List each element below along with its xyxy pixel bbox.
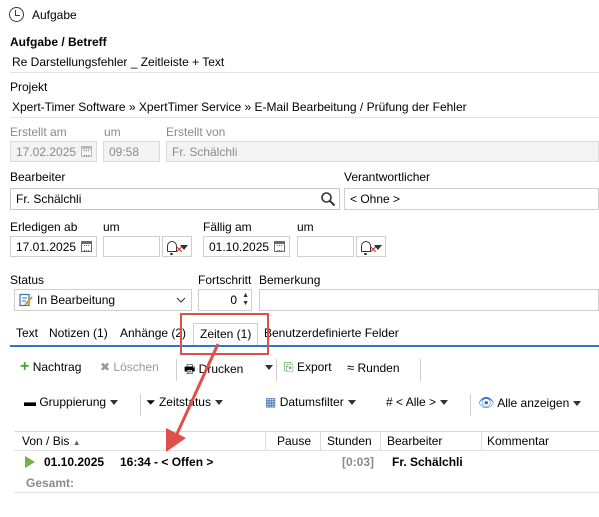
created-time-field: 09:58 bbox=[103, 141, 160, 162]
remark-label: Bemerkung bbox=[259, 273, 321, 287]
tab-text[interactable]: Text bbox=[10, 323, 44, 345]
do-date-value: 17.01.2025 bbox=[16, 240, 77, 254]
sort-asc-icon: ▲ bbox=[72, 438, 81, 447]
created-date-label: Erstellt am bbox=[10, 125, 67, 139]
created-by-field: Fr. Schälchli bbox=[166, 141, 599, 162]
grouping-button[interactable]: ▬ Gruppierung bbox=[24, 395, 119, 415]
progress-field[interactable]: 0 ▲ ▼ bbox=[198, 289, 252, 311]
do-reminder-button[interactable]: ✕ bbox=[162, 236, 192, 257]
created-date-value: 17.02.2025 bbox=[16, 145, 77, 159]
editor-field[interactable]: Fr. Schälchli bbox=[10, 188, 340, 210]
column-header-comment[interactable]: Kommentar bbox=[487, 434, 549, 448]
chevron-down-icon bbox=[374, 245, 382, 250]
progress-label: Fortschritt bbox=[198, 273, 252, 287]
created-time-label: um bbox=[104, 125, 121, 139]
show-all-button[interactable]: 👁 Alle anzeigen bbox=[478, 395, 582, 415]
all-filter-button[interactable]: # < Alle > bbox=[386, 395, 449, 415]
created-date-field: 17.02.2025 bbox=[10, 141, 97, 162]
row-date: 01.10.2025 bbox=[44, 455, 105, 469]
chevron-down-icon bbox=[180, 245, 188, 250]
title-bar: Aufgabe bbox=[0, 0, 599, 30]
column-header-editor[interactable]: Bearbeiter bbox=[387, 434, 442, 448]
calendar-icon bbox=[81, 146, 92, 157]
progress-value: 0 bbox=[230, 293, 237, 307]
responsible-select[interactable]: < Ohne > bbox=[344, 188, 599, 210]
editor-value: Fr. Schälchli bbox=[16, 192, 82, 206]
annotation-arrow bbox=[166, 343, 220, 452]
add-entry-label: Nachtrag bbox=[32, 360, 82, 374]
remark-field[interactable] bbox=[259, 289, 599, 311]
do-time-field[interactable] bbox=[103, 236, 160, 257]
status-value: In Bearbeitung bbox=[37, 293, 116, 307]
grid-header: Von / Bis ▲ Pause Stunden Bearbeiter Kom… bbox=[14, 431, 599, 451]
created-by-label: Erstellt von bbox=[166, 125, 226, 139]
hash-icon: # bbox=[386, 395, 393, 409]
editor-label: Bearbeiter bbox=[10, 170, 66, 184]
clock-icon bbox=[9, 7, 24, 22]
play-icon[interactable] bbox=[25, 456, 35, 468]
plus-icon: + bbox=[20, 358, 30, 375]
due-date-field[interactable]: 01.10.2025 bbox=[203, 236, 290, 257]
due-reminder-button[interactable]: ✕ bbox=[356, 236, 386, 257]
add-entry-button[interactable]: + Nachtrag bbox=[20, 358, 82, 380]
table-row[interactable]: 01.10.2025 16:34 - < Offen > [0:03] Fr. … bbox=[14, 452, 599, 472]
grid-total-label: Gesamt: bbox=[26, 476, 75, 490]
spinner-icon[interactable]: ▲ ▼ bbox=[242, 292, 249, 308]
tab-notes[interactable]: Notizen (1) bbox=[43, 323, 114, 345]
status-select[interactable]: In Bearbeitung bbox=[14, 289, 192, 311]
column-header-hours[interactable]: Stunden bbox=[327, 434, 372, 448]
date-filter-button[interactable]: ▦ Datumsfilter bbox=[265, 395, 356, 415]
tab-custom-fields[interactable]: Benutzerdefinierte Felder bbox=[258, 323, 405, 345]
chevron-down-icon bbox=[265, 365, 273, 371]
chevron-down-icon bbox=[440, 400, 449, 406]
task-field[interactable]: Re Darstellungsfehler _ Zeitleiste + Tex… bbox=[10, 52, 599, 73]
column-header-pause[interactable]: Pause bbox=[277, 434, 311, 448]
due-time-field[interactable] bbox=[297, 236, 354, 257]
toolbar-filters: ▬ Gruppierung ⏷ Zeitstatus ▦ Datumsfilte… bbox=[14, 390, 599, 420]
chevron-down-icon bbox=[347, 400, 356, 406]
project-field[interactable]: Xpert-Timer Software » XpertTimer Servic… bbox=[10, 97, 599, 118]
search-icon[interactable] bbox=[320, 191, 336, 207]
grid-divider bbox=[14, 492, 599, 493]
do-date-field[interactable]: 17.01.2025 bbox=[10, 236, 97, 257]
column-header-label: Von / Bis bbox=[22, 434, 70, 448]
column-header-from-to[interactable]: Von / Bis ▲ bbox=[22, 434, 81, 448]
do-time-label: um bbox=[103, 220, 120, 234]
eye-icon: 👁 bbox=[478, 395, 495, 410]
do-date-label: Erledigen ab bbox=[10, 220, 78, 234]
chevron-down-icon bbox=[176, 297, 186, 303]
approx-icon: ≈ bbox=[347, 360, 355, 375]
row-editor: Fr. Schälchli bbox=[392, 455, 463, 469]
tab-underline bbox=[10, 345, 599, 347]
status-label: Status bbox=[10, 273, 45, 287]
chevron-down-icon bbox=[110, 400, 119, 406]
round-button[interactable]: ≈ Runden bbox=[347, 360, 400, 380]
calendar-icon[interactable] bbox=[274, 241, 285, 252]
folder-icon: ▬ bbox=[24, 395, 36, 409]
due-time-label: um bbox=[297, 220, 314, 234]
delete-icon: ✖ bbox=[100, 360, 111, 374]
chevron-down-icon bbox=[573, 401, 582, 407]
project-label: Projekt bbox=[10, 80, 48, 94]
toolbar-actions: + Nachtrag ✖ Löschen 🖶 Drucken ⎘ Export … bbox=[14, 355, 599, 385]
edit-note-icon bbox=[19, 293, 33, 307]
grouping-label: Gruppierung bbox=[39, 395, 107, 409]
row-hours: [0:03] bbox=[342, 455, 375, 469]
due-date-label: Fällig am bbox=[203, 220, 252, 234]
all-filter-label: < Alle > bbox=[396, 395, 437, 409]
task-label: Aufgabe / Betreff bbox=[10, 35, 107, 49]
due-date-value: 01.10.2025 bbox=[209, 240, 270, 254]
responsible-label: Verantwortlicher bbox=[344, 170, 431, 184]
calendar-icon: ▦ bbox=[265, 395, 277, 409]
export-icon: ⎘ bbox=[284, 360, 294, 374]
window-title: Aufgabe bbox=[32, 8, 77, 22]
tab-bar: Text Notizen (1) Anhänge (2) Zeiten (1) … bbox=[10, 323, 599, 345]
date-filter-label: Datumsfilter bbox=[279, 395, 344, 409]
calendar-icon[interactable] bbox=[81, 241, 92, 252]
show-all-label: Alle anzeigen bbox=[497, 396, 570, 410]
round-label: Runden bbox=[357, 361, 400, 375]
export-label: Export bbox=[296, 360, 332, 374]
print-dropdown[interactable] bbox=[261, 360, 273, 380]
export-button[interactable]: ⎘ Export bbox=[284, 360, 332, 380]
